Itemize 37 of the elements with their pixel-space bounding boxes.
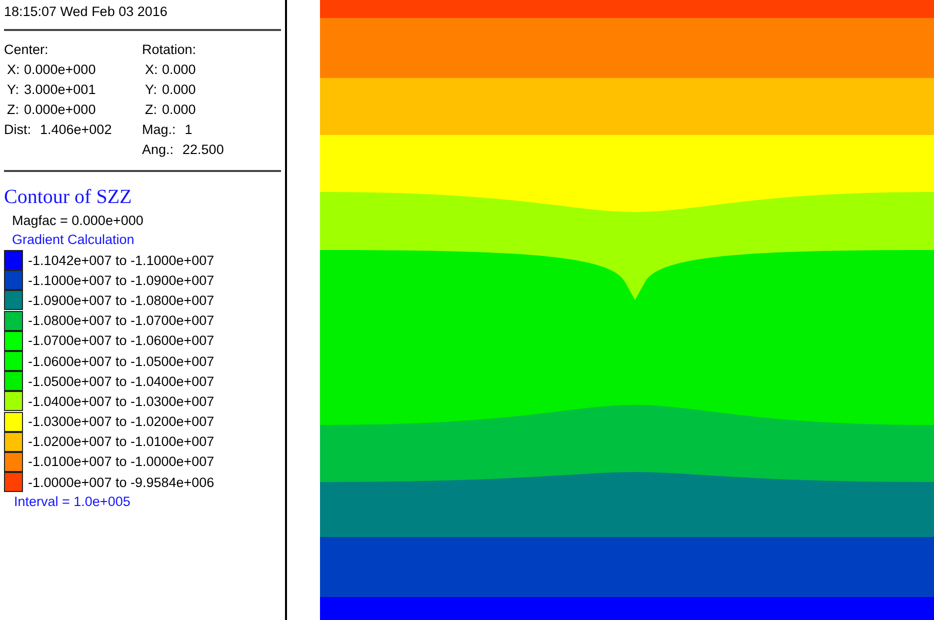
legend-range: -1.0000e+007 to -9.9584e+006 (28, 474, 214, 490)
legend-range: -1.0800e+007 to -1.0700e+007 (28, 313, 214, 328)
contour-title: Contour of SZZ (4, 186, 133, 209)
legend-range: -1.0100e+007 to -1.0000e+007 (28, 454, 214, 470)
view-heading: Center: (4, 41, 50, 59)
view-label: Z: (7, 101, 20, 119)
view-value: 0.000e+000 (24, 61, 96, 79)
legend-range: -1.0700e+007 to -1.0600e+007 (28, 333, 214, 348)
view-heading: Rotation: (142, 41, 198, 59)
view-value: 0.000 (162, 61, 196, 79)
view-value: 1 (184, 121, 192, 139)
view-label: Mag.: (142, 121, 176, 139)
view-value: 0.000e+000 (24, 101, 96, 119)
view-label: Ang.: (142, 141, 174, 159)
view-label: Dist: (4, 121, 31, 139)
method-text: Gradient Calculation (11, 231, 136, 249)
legend-range: -1.0200e+007 to -1.0100e+007 (28, 434, 214, 450)
view-value: 3.000e+001 (24, 81, 96, 99)
view-label: X: (145, 61, 159, 79)
view-value: 0.000 (162, 81, 196, 99)
magfac-text: Magfac = 0.000e+000 (11, 212, 144, 230)
legend-range: -1.0500e+007 to -1.0400e+007 (28, 374, 214, 389)
view-value: 0.000 (162, 101, 196, 119)
view-label: Y: (7, 81, 20, 99)
view-value: 1.406e+002 (40, 121, 112, 139)
legend-range: -1.1000e+007 to -1.0900e+007 (28, 272, 214, 288)
interval-text: Interval = 1.0e+005 (13, 494, 132, 510)
legend-range: -1.0400e+007 to -1.0300e+007 (28, 394, 214, 409)
legend-range: -1.0900e+007 to -1.0800e+007 (28, 292, 214, 308)
view-label: Z: (145, 101, 158, 119)
legend-range: -1.0600e+007 to -1.0500e+007 (28, 354, 214, 369)
view-label: Y: (145, 81, 158, 99)
timestamp: 18:15:07 Wed Feb 03 2016 (4, 4, 168, 19)
legend-range: -1.1042e+007 to -1.1000e+007 (28, 252, 214, 268)
view-value: 22.500 (182, 141, 224, 159)
view-label: X: (7, 61, 21, 79)
legend-range: -1.0300e+007 to -1.0200e+007 (28, 414, 214, 430)
